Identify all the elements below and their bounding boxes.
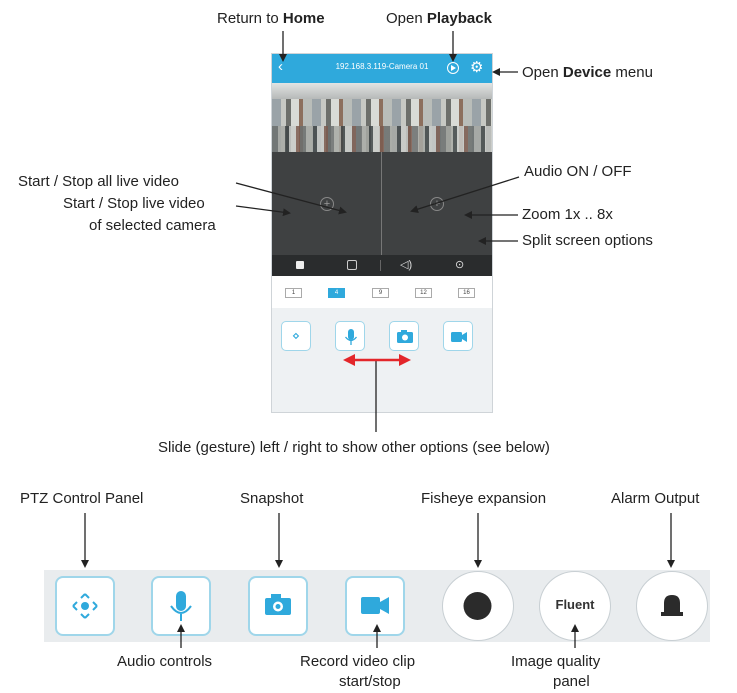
- add-camera-icon[interactable]: +: [430, 197, 444, 211]
- video-control-bar: ◁) ⊙: [272, 255, 492, 276]
- video-ceiling: [272, 83, 492, 99]
- label-start-stop-all: Start / Stop all live video: [18, 173, 179, 190]
- ptz-icon: ⋄: [291, 328, 301, 343]
- ptz-button[interactable]: ⋄: [281, 321, 311, 351]
- label-start-stop-selected-2: of selected camera: [89, 217, 216, 234]
- label-zoom: Zoom 1x .. 8x: [522, 206, 613, 223]
- empty-video-slot-right[interactable]: +: [382, 152, 492, 255]
- stop-selected-icon[interactable]: [296, 261, 304, 269]
- ptz-icon: [72, 593, 98, 619]
- speaker-icon[interactable]: ◁): [400, 259, 412, 272]
- ptz-control-button[interactable]: [55, 576, 115, 636]
- label-return-home: Return to Home: [217, 10, 325, 27]
- audio-controls-button[interactable]: [151, 576, 211, 636]
- label-fisheye: Fisheye expansion: [421, 490, 547, 507]
- microphone-icon: [344, 329, 358, 345]
- split-12-button[interactable]: 12: [415, 288, 432, 298]
- alarm-output-button[interactable]: [636, 571, 708, 641]
- label-ptz-panel: PTZ Control Panel: [20, 490, 144, 507]
- split-16-button[interactable]: 16: [458, 288, 475, 298]
- alarm-light-icon: [661, 595, 683, 616]
- label-image-quality-2: panel: [553, 673, 590, 690]
- video-camera-icon: [361, 597, 389, 614]
- record-button[interactable]: [443, 321, 473, 351]
- audio-button[interactable]: [335, 321, 365, 351]
- split-9-button[interactable]: 9: [372, 288, 389, 298]
- label-snapshot: Snapshot: [240, 490, 304, 507]
- fisheye-icon: [463, 592, 492, 620]
- playback-icon[interactable]: [447, 62, 459, 74]
- record-clip-button[interactable]: [345, 576, 405, 636]
- add-camera-icon[interactable]: +: [320, 197, 334, 211]
- camera-icon: [265, 594, 291, 615]
- live-video-feed[interactable]: [272, 83, 492, 152]
- label-audio-controls: Audio controls: [117, 653, 213, 670]
- label-start-stop-selected-1: Start / Stop live video: [63, 195, 205, 212]
- label-image-quality-1: Image quality: [511, 653, 601, 670]
- gear-icon[interactable]: ⚙: [470, 58, 483, 76]
- microphone-icon: [170, 591, 192, 621]
- stop-all-icon[interactable]: [347, 260, 357, 270]
- split-4-button[interactable]: 4: [328, 288, 345, 298]
- label-split-options: Split screen options: [522, 232, 653, 249]
- video-camera-icon: [451, 332, 467, 342]
- label-record-1: Record video clip: [300, 653, 416, 670]
- split-1-button[interactable]: 1: [285, 288, 302, 298]
- video-crowd: [272, 126, 492, 152]
- top-bar: ‹ 192.168.3.119-Camera 01 ⚙: [272, 54, 492, 83]
- label-slide-gesture: Slide (gesture) left / right to show oth…: [158, 439, 550, 456]
- label-alarm-output: Alarm Output: [611, 490, 700, 507]
- zoom-icon[interactable]: ⊙: [455, 259, 464, 272]
- label-open-playback: Open Playback: [386, 10, 492, 27]
- camera-title: 192.168.3.119-Camera 01: [335, 62, 429, 71]
- split-options-row: 1 4 9 12 16: [272, 276, 492, 308]
- camera-icon: [397, 330, 413, 343]
- divider: [380, 260, 381, 271]
- empty-video-slot-left[interactable]: +: [272, 152, 382, 255]
- fisheye-button[interactable]: [442, 571, 514, 641]
- snapshot-button[interactable]: [389, 321, 419, 351]
- snapshot-button[interactable]: [248, 576, 308, 636]
- label-record-2: start/stop: [339, 673, 401, 690]
- fluent-label: Fluent: [555, 597, 595, 612]
- label-open-device-menu: Open Device menu: [522, 64, 653, 81]
- image-quality-button[interactable]: Fluent: [539, 571, 611, 641]
- phone-screen: ‹ 192.168.3.119-Camera 01 ⚙ + + ◁) ⊙ 1 4…: [271, 53, 493, 413]
- label-audio-on-off: Audio ON / OFF: [524, 163, 632, 180]
